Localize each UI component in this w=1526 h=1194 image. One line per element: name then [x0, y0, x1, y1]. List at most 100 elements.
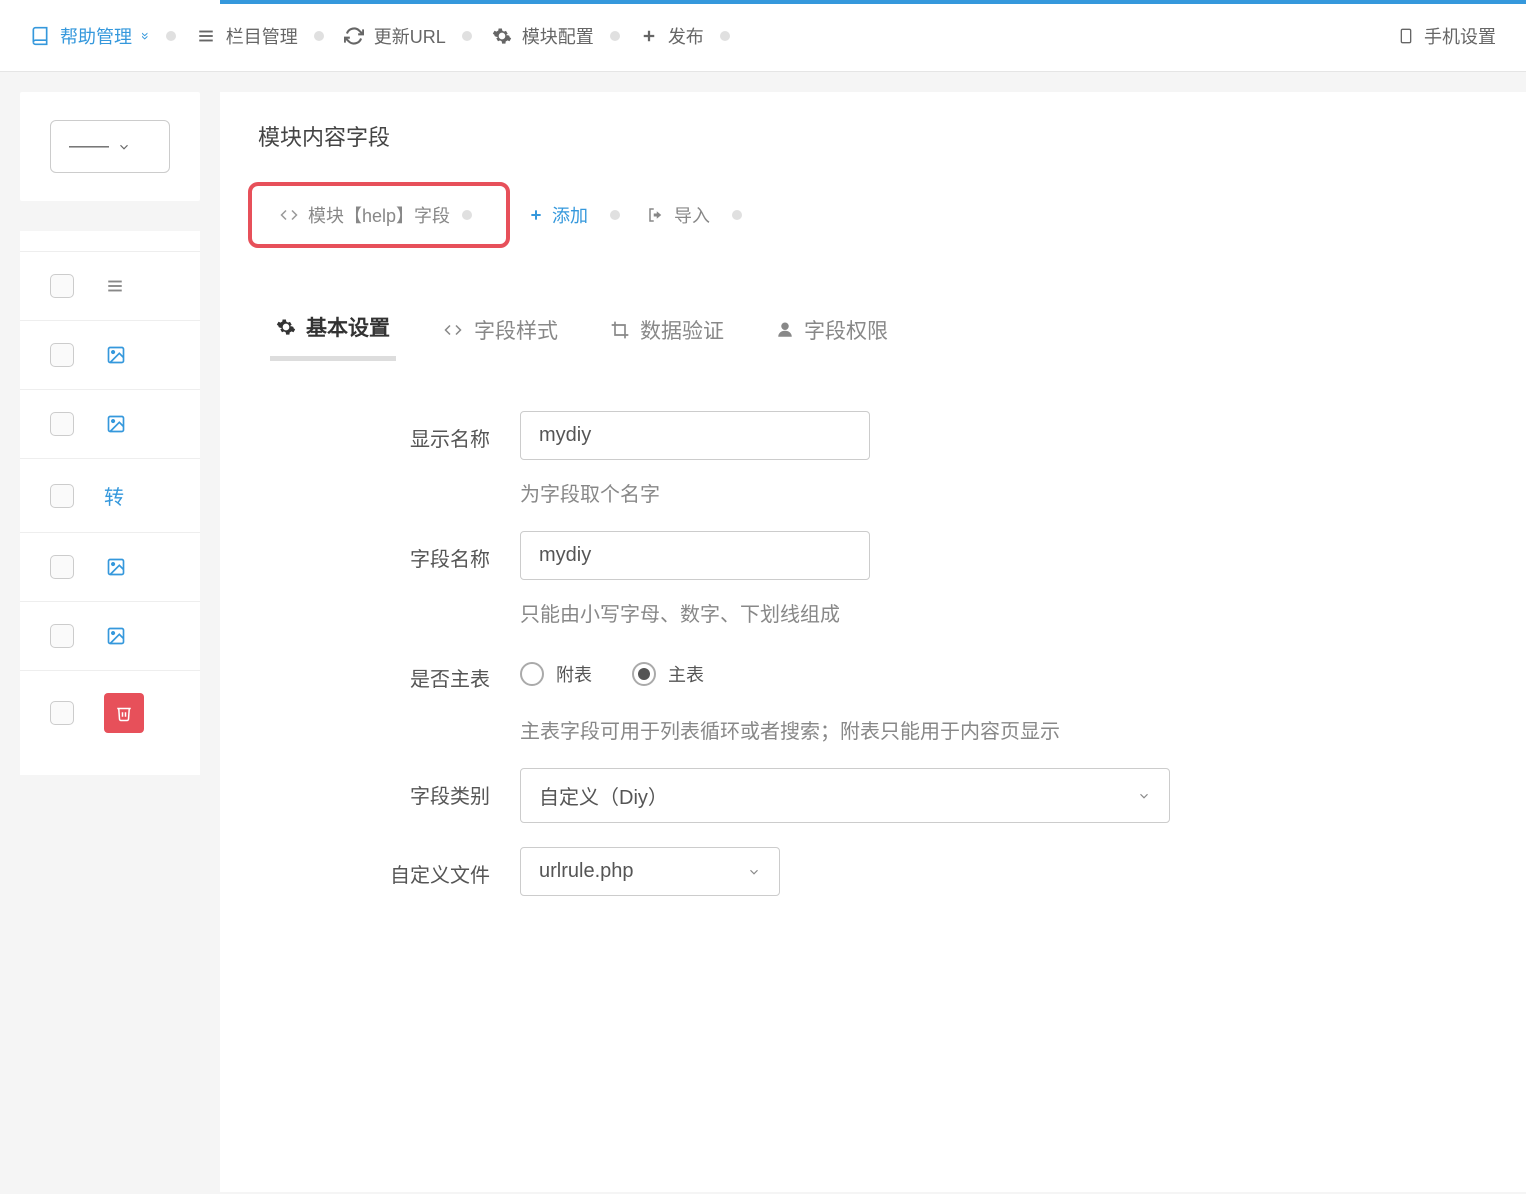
radio-subtable[interactable]: 附表 — [520, 661, 592, 687]
label-display-name: 显示名称 — [360, 411, 520, 452]
image-icon — [104, 626, 128, 646]
hint-field-name: 只能由小写字母、数字、下划线组成 — [520, 598, 1476, 627]
checkbox[interactable] — [50, 484, 74, 508]
separator-dot — [610, 210, 620, 220]
tab-label: 基本设置 — [306, 312, 390, 342]
radio-label: 主表 — [668, 661, 704, 687]
tab-label: 字段样式 — [474, 315, 558, 345]
select-custom-file[interactable]: urlrule.php — [520, 847, 780, 896]
tab-basic[interactable]: 基本设置 — [270, 298, 396, 361]
code-icon — [442, 321, 464, 339]
radio-icon — [632, 662, 656, 686]
separator-dot — [166, 31, 176, 41]
checkbox[interactable] — [50, 624, 74, 648]
list-icon — [196, 27, 216, 45]
chevron-down-icon — [117, 140, 131, 154]
separator-dot — [732, 210, 742, 220]
separator-dot — [462, 210, 472, 220]
label-custom-file: 自定义文件 — [360, 847, 520, 888]
transfer-text: 转 — [104, 481, 124, 510]
label-field-type: 字段类别 — [360, 768, 520, 809]
separator-dot — [462, 31, 472, 41]
input-field-name[interactable] — [520, 531, 870, 580]
submenu-add[interactable]: 添加 — [516, 194, 600, 236]
image-icon — [104, 345, 128, 365]
trash-icon[interactable] — [104, 693, 144, 733]
list-item[interactable] — [20, 671, 200, 755]
label-main-table: 是否主表 — [360, 651, 520, 692]
list-item[interactable] — [20, 533, 200, 602]
submenu: 模块【help】字段 添加 导入 — [220, 170, 1526, 268]
plus-icon — [528, 207, 544, 223]
gear-icon — [492, 26, 512, 46]
nav-module-config[interactable]: 模块配置 — [480, 23, 606, 49]
hint-display-name: 为字段取个名字 — [520, 478, 1476, 507]
checkbox[interactable] — [50, 412, 74, 436]
tab-style[interactable]: 字段样式 — [436, 298, 564, 361]
nav-label: 更新URL — [374, 23, 446, 49]
chevron-down-icon — [747, 865, 761, 879]
submenu-label: 导入 — [674, 202, 710, 228]
form: 显示名称 为字段取个名字 字段名称 只能由小写字母、数字、下划线组成 — [270, 371, 1476, 896]
checkbox[interactable] — [50, 343, 74, 367]
label-field-name: 字段名称 — [360, 531, 520, 572]
dropdown-value: —— — [69, 135, 109, 158]
nav-label: 手机设置 — [1424, 23, 1496, 49]
tabs: 基本设置 字段样式 数据验证 — [270, 298, 1476, 361]
book-icon — [30, 26, 50, 46]
hint-main-table: 主表字段可用于列表循环或者搜索；附表只能用于内容页显示 — [520, 715, 1476, 744]
tab-validation[interactable]: 数据验证 — [604, 298, 730, 361]
separator-dot — [720, 31, 730, 41]
nav-label: 发布 — [668, 23, 704, 49]
user-icon — [776, 320, 794, 340]
list-item[interactable] — [20, 602, 200, 671]
tab-label: 数据验证 — [640, 315, 724, 345]
separator-dot — [314, 31, 324, 41]
submenu-import[interactable]: 导入 — [634, 194, 722, 236]
crop-icon — [610, 320, 630, 340]
menu-icon — [104, 277, 126, 295]
list-item[interactable] — [20, 321, 200, 390]
nav-publish[interactable]: 发布 — [628, 23, 716, 49]
nav-update-url[interactable]: 更新URL — [332, 23, 458, 49]
submenu-label: 添加 — [552, 202, 588, 228]
list-item[interactable]: 转 — [20, 459, 200, 533]
top-toolbar: 帮助管理 » 栏目管理 更新URL 模块配置 发布 — [0, 0, 1526, 72]
chevron-down-icon — [1137, 789, 1151, 803]
nav-column-management[interactable]: 栏目管理 — [184, 23, 310, 49]
panel-title: 模块内容字段 — [220, 92, 1526, 170]
nav-label: 模块配置 — [522, 23, 594, 49]
select-value: 自定义（Diy） — [539, 781, 668, 810]
code-icon — [278, 206, 300, 224]
radio-label: 附表 — [556, 661, 592, 687]
plus-icon — [640, 27, 658, 45]
checkbox[interactable] — [50, 555, 74, 579]
nav-phone-settings[interactable]: 手机设置 — [1386, 23, 1508, 49]
list-item[interactable] — [20, 251, 200, 321]
refresh-icon — [344, 26, 364, 46]
list-item[interactable] — [20, 390, 200, 459]
left-item-list: 转 — [20, 231, 200, 775]
input-display-name[interactable] — [520, 411, 870, 460]
gear-icon — [276, 317, 296, 337]
dropdown-selector[interactable]: —— — [50, 120, 170, 173]
submenu-label: 模块【help】字段 — [308, 202, 450, 228]
nav-label: 帮助管理 — [60, 23, 132, 49]
image-icon — [104, 414, 128, 434]
radio-icon — [520, 662, 544, 686]
phone-icon — [1398, 25, 1414, 47]
checkbox[interactable] — [50, 701, 74, 725]
checkbox[interactable] — [50, 274, 74, 298]
tab-label: 字段权限 — [804, 315, 888, 345]
highlighted-tab: 模块【help】字段 — [248, 182, 510, 248]
select-field-type[interactable]: 自定义（Diy） — [520, 768, 1170, 823]
radio-maintable[interactable]: 主表 — [632, 661, 704, 687]
left-select-card: —— — [20, 92, 200, 201]
tab-permission[interactable]: 字段权限 — [770, 298, 894, 361]
import-icon — [646, 206, 666, 224]
submenu-module-field[interactable]: 模块【help】字段 — [266, 194, 492, 236]
chevron-down-icon: » — [138, 32, 154, 40]
nav-help-management[interactable]: 帮助管理 » — [18, 23, 162, 49]
nav-label: 栏目管理 — [226, 23, 298, 49]
select-value: urlrule.php — [539, 860, 634, 883]
